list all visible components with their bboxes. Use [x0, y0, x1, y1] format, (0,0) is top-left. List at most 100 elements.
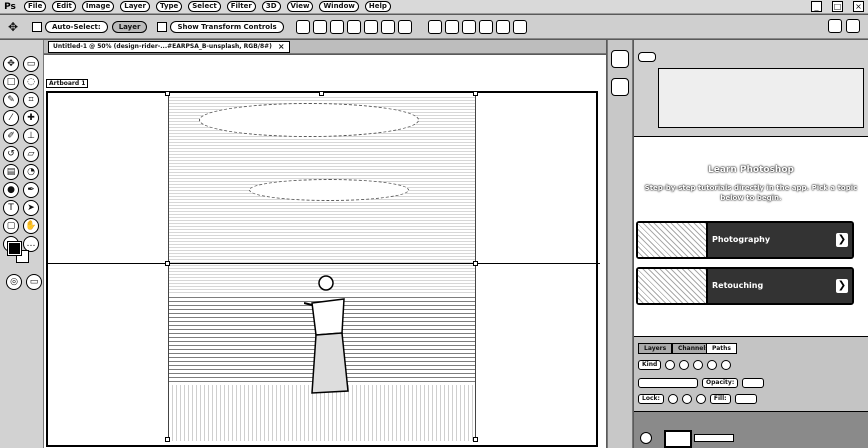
eraser-tool-icon[interactable]: ▱: [23, 146, 39, 162]
opacity-input[interactable]: [742, 378, 765, 388]
pixel-filter-icon[interactable]: [665, 360, 676, 370]
lock-pixels-icon[interactable]: [667, 394, 678, 404]
hand-tool-icon[interactable]: ✋: [23, 218, 39, 234]
menu-window[interactable]: Window: [319, 1, 359, 12]
align-bottom-icon[interactable]: [380, 19, 395, 34]
distribute-top-icon[interactable]: [427, 19, 442, 34]
smart-filter-icon[interactable]: [721, 360, 732, 370]
fill-input[interactable]: [734, 394, 757, 404]
transform-handle[interactable]: [473, 261, 478, 266]
eye-icon[interactable]: [640, 432, 652, 444]
kind-filter-dropdown[interactable]: Kind: [638, 360, 662, 370]
menu-image[interactable]: Image: [81, 1, 115, 12]
minimize-button[interactable]: _: [811, 1, 822, 12]
transform-guide: [48, 263, 600, 264]
blur-tool-icon[interactable]: ◔: [23, 164, 39, 180]
transform-handle[interactable]: [473, 437, 478, 442]
transform-handle[interactable]: [165, 261, 170, 266]
opacity-label: Opacity:: [702, 378, 739, 388]
document-close-icon[interactable]: ×: [278, 42, 285, 52]
foreground-color-swatch[interactable]: [7, 241, 22, 256]
tutorial-card-photography[interactable]: Photography ❯: [636, 221, 854, 259]
distribute-bottom-icon[interactable]: [461, 19, 476, 34]
auto-select-checkbox[interactable]: [32, 21, 42, 32]
workspace-icon[interactable]: [846, 19, 860, 33]
dodge-tool-icon[interactable]: ●: [3, 182, 19, 198]
artboard[interactable]: [46, 91, 600, 447]
canvas-area[interactable]: Artboard 1: [44, 55, 606, 448]
transform-handle[interactable]: [165, 91, 170, 96]
lock-all-icon[interactable]: [695, 394, 706, 404]
menu-3d[interactable]: 3D: [261, 1, 281, 12]
align-top-icon[interactable]: [346, 19, 361, 34]
distribute-left-icon[interactable]: [478, 19, 493, 34]
layer-row[interactable]: [634, 411, 868, 448]
search-icon[interactable]: [828, 19, 842, 33]
eyedropper-tool-icon[interactable]: ⁄: [3, 110, 19, 126]
artboard-label[interactable]: Artboard 1: [46, 79, 89, 88]
menu-layer[interactable]: Layer: [120, 1, 150, 12]
marquee-tool-icon[interactable]: □: [3, 74, 19, 90]
transform-handle[interactable]: [473, 91, 478, 96]
chevron-right-icon[interactable]: ❯: [836, 233, 848, 247]
distribute-hcenter-icon[interactable]: [495, 19, 510, 34]
menu-help[interactable]: Help: [364, 1, 391, 12]
distribute-right-icon[interactable]: [512, 19, 527, 34]
document-tab[interactable]: Untitled-1 @ 50% (design-rider-...#EARPS…: [48, 41, 290, 53]
align-left-icon[interactable]: [295, 19, 310, 34]
menu-edit[interactable]: Edit: [52, 1, 76, 12]
transform-handle[interactable]: [319, 91, 324, 96]
tab-paths[interactable]: Paths: [706, 343, 737, 354]
lasso-tool-icon[interactable]: ◌: [23, 74, 39, 90]
quick-mask-icon[interactable]: ◎: [6, 274, 22, 290]
history-brush-icon[interactable]: ↺: [3, 146, 19, 162]
type-tool-icon[interactable]: T: [3, 200, 19, 216]
menu-view[interactable]: View: [286, 1, 314, 12]
stamp-tool-icon[interactable]: ⊥: [23, 128, 39, 144]
crop-tool-icon[interactable]: ⌗: [23, 92, 39, 108]
gradient-tool-icon[interactable]: ▤: [3, 164, 19, 180]
type-filter-icon[interactable]: [693, 360, 704, 370]
layer-name[interactable]: [694, 434, 734, 442]
align-middle-icon[interactable]: [363, 19, 378, 34]
menu-type[interactable]: Type: [156, 1, 183, 12]
pen-tool-icon[interactable]: ✒: [23, 182, 39, 198]
transform-handle[interactable]: [165, 437, 170, 442]
shape-tool-icon[interactable]: ▢: [3, 218, 19, 234]
navigator-preview[interactable]: [658, 68, 864, 128]
brush-tool-icon[interactable]: ✐: [3, 128, 19, 144]
history-panel-icon[interactable]: [611, 50, 629, 68]
lock-label: Lock:: [638, 394, 664, 404]
tab-layers[interactable]: Layers: [638, 343, 673, 354]
blend-mode-dropdown[interactable]: [638, 378, 698, 388]
properties-panel-icon[interactable]: [611, 78, 629, 96]
path-select-tool-icon[interactable]: ➤: [23, 200, 39, 216]
healing-tool-icon[interactable]: ✚: [23, 110, 39, 126]
distribute-icon[interactable]: [397, 19, 412, 34]
maximize-button[interactable]: □: [832, 1, 843, 12]
photo-person: [304, 275, 349, 394]
artboard-tool-icon[interactable]: ▭: [23, 56, 39, 72]
quick-select-tool-icon[interactable]: ✎: [3, 92, 19, 108]
lock-position-icon[interactable]: [681, 394, 692, 404]
beach-photo[interactable]: [168, 95, 476, 441]
adjustment-filter-icon[interactable]: [679, 360, 690, 370]
align-center-icon[interactable]: [312, 19, 327, 34]
screen-mode-icon[interactable]: ▭: [26, 274, 42, 290]
align-right-icon[interactable]: [329, 19, 344, 34]
auto-select-target-dropdown[interactable]: Layer: [111, 20, 148, 33]
move-tool-icon[interactable]: ✥: [4, 18, 22, 36]
navigator-tab[interactable]: [638, 52, 656, 62]
menu-select[interactable]: Select: [188, 1, 221, 12]
document-tab-title: Untitled-1 @ 50% (design-rider-...#EARPS…: [53, 43, 272, 50]
close-button[interactable]: ×: [853, 1, 864, 12]
color-swatches[interactable]: [7, 241, 30, 264]
shape-filter-icon[interactable]: [707, 360, 718, 370]
distribute-center-icon[interactable]: [444, 19, 459, 34]
menu-file[interactable]: File: [24, 1, 47, 12]
menu-filter[interactable]: Filter: [226, 1, 256, 12]
chevron-right-icon[interactable]: ❯: [836, 279, 848, 293]
move-tool-icon[interactable]: ✥: [3, 56, 19, 72]
show-transform-checkbox[interactable]: [157, 21, 168, 32]
tutorial-card-retouching[interactable]: Retouching ❯: [636, 267, 854, 305]
